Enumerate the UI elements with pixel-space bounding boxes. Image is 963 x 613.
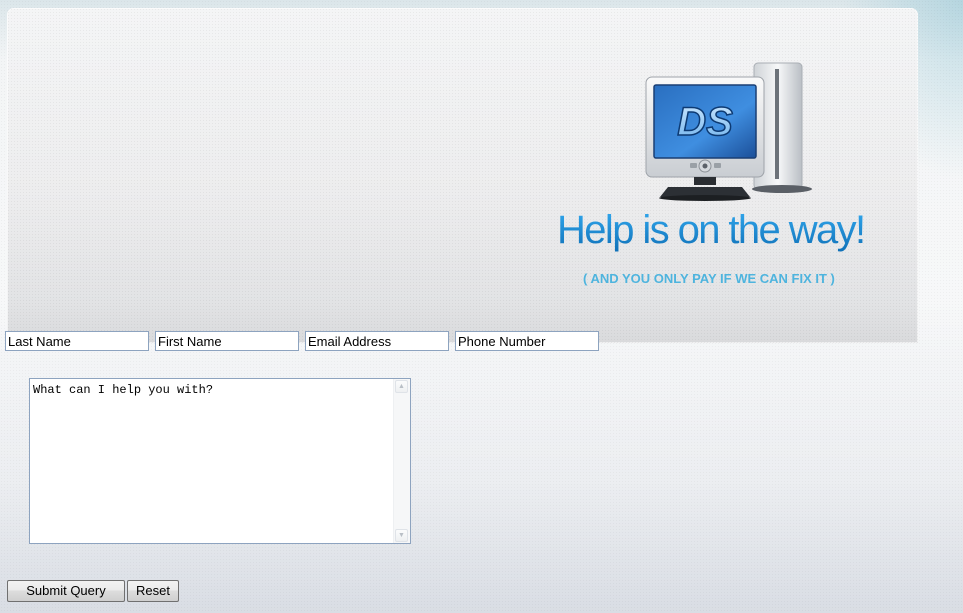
scroll-down-icon[interactable]: ▼ — [395, 529, 408, 542]
message-textarea[interactable]: What can I help you with? ▲ ▼ — [29, 378, 411, 544]
submit-button[interactable]: Submit Query — [7, 580, 125, 602]
reset-button[interactable]: Reset — [127, 580, 179, 602]
first-name-field[interactable] — [155, 331, 299, 351]
message-scrollbar[interactable]: ▲ ▼ — [393, 379, 410, 543]
last-name-field[interactable] — [5, 331, 149, 351]
svg-text:DS: DS — [677, 100, 733, 144]
page-title: Help is on the way! — [557, 208, 866, 252]
desktop-computer-icon: DS — [645, 62, 812, 201]
phone-field[interactable] — [455, 331, 599, 351]
subtitle: ( AND YOU ONLY PAY IF WE CAN FIX IT ) — [583, 271, 835, 286]
email-field[interactable] — [305, 331, 449, 351]
header-banner: DS Help is on the way! ( AND YOU ONLY PA… — [7, 8, 918, 343]
scroll-up-icon[interactable]: ▲ — [395, 380, 408, 393]
message-text[interactable]: What can I help you with? — [33, 383, 213, 397]
